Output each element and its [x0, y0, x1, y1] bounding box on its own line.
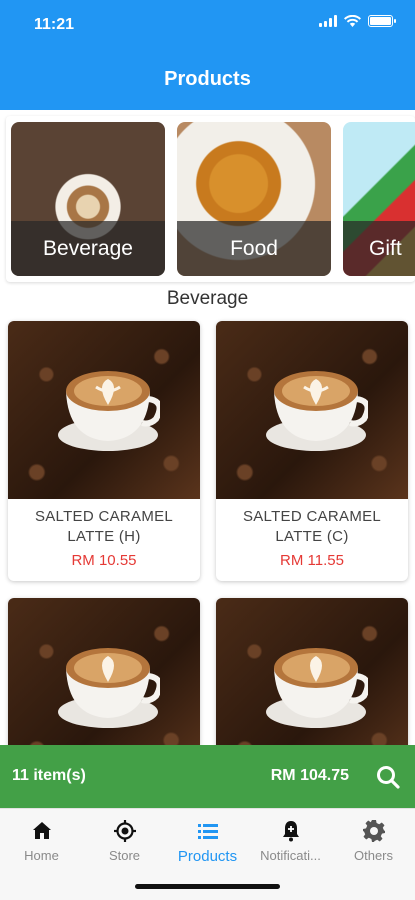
- coffee-cup-image: [266, 648, 368, 728]
- cart-total: RM 104.75: [270, 767, 349, 784]
- nav-item-home[interactable]: Home: [0, 819, 83, 863]
- category-gift[interactable]: Gift: [343, 122, 415, 276]
- app-header: 11:21 Products: [0, 0, 415, 110]
- nav-label: Products: [177, 848, 238, 865]
- gear-icon: [362, 820, 385, 842]
- coffee-cup-image: [266, 371, 368, 451]
- status-bar: 11:21: [0, 0, 415, 52]
- search-icon[interactable]: [375, 764, 401, 790]
- section-title: Beverage: [166, 288, 249, 309]
- wifi-icon: [344, 15, 361, 27]
- nav-item-notifications[interactable]: Notificati...: [249, 819, 332, 863]
- cart-item-count: 11 item(s): [12, 767, 86, 784]
- product-card[interactable]: [8, 598, 200, 758]
- cart-summary-bar[interactable]: 11 item(s) RM 104.75: [0, 745, 415, 808]
- product-image: [8, 321, 200, 499]
- battery-icon: [368, 15, 396, 27]
- nav-item-products[interactable]: Products: [166, 819, 249, 865]
- category-label: Beverage: [43, 236, 133, 260]
- category-label: Gift: [369, 236, 402, 260]
- category-label: Food: [230, 236, 278, 260]
- product-image: [8, 598, 200, 758]
- nav-item-store[interactable]: Store: [83, 819, 166, 863]
- product-card[interactable]: SALTED CARAMEL LATTE (H) RM 10.55: [8, 321, 200, 581]
- bell-icon: [282, 821, 299, 842]
- status-time: 11:21: [34, 16, 75, 33]
- store-locator-icon: [113, 820, 136, 842]
- home-indicator: [135, 884, 280, 889]
- product-image: [216, 321, 408, 499]
- page-title: Products: [164, 68, 251, 90]
- coffee-cup-image: [58, 371, 160, 451]
- nav-label: Home: [24, 848, 59, 863]
- product-card[interactable]: [216, 598, 408, 758]
- category-beverage[interactable]: Beverage: [11, 122, 165, 276]
- coffee-cup-image: [58, 648, 160, 728]
- signal-icon: [319, 15, 337, 27]
- product-image: [216, 598, 408, 758]
- category-food[interactable]: Food: [177, 122, 331, 276]
- product-price: RM 10.55: [71, 552, 137, 569]
- nav-label: Notificati...: [260, 848, 321, 863]
- nav-label: Store: [108, 848, 141, 863]
- category-strip[interactable]: Beverage Food Gift: [6, 116, 415, 282]
- product-card[interactable]: SALTED CARAMEL LATTE (C) RM 11.55: [216, 321, 408, 581]
- product-price: RM 11.55: [280, 552, 344, 569]
- product-name: SALTED CARAMEL LATTE (H): [34, 508, 174, 545]
- nav-item-others[interactable]: Others: [332, 819, 415, 863]
- home-icon: [32, 822, 51, 839]
- status-icons: [319, 15, 396, 27]
- product-name: SALTED CARAMEL LATTE (C): [242, 508, 382, 545]
- list-icon: [197, 824, 218, 839]
- nav-label: Others: [353, 848, 393, 863]
